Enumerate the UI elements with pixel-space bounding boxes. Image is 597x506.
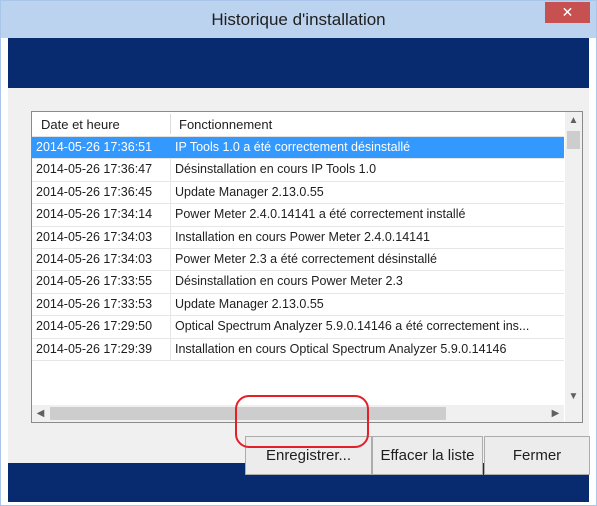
row-datetime: 2014-05-26 17:33:53 xyxy=(36,296,153,311)
row-divider xyxy=(170,181,171,204)
row-divider xyxy=(170,338,171,360)
row-datetime: 2014-05-26 17:29:50 xyxy=(36,319,153,334)
row-divider xyxy=(170,159,171,181)
close-window-button[interactable]: ✕ xyxy=(545,2,590,23)
vertical-scrollbar[interactable]: ▲ ▼ xyxy=(565,112,582,405)
row-datetime: 2014-05-26 17:36:45 xyxy=(36,184,153,199)
row-datetime: 2014-05-26 17:36:47 xyxy=(36,162,153,177)
column-divider[interactable] xyxy=(170,114,171,134)
row-operation: Désinstallation en cours Power Meter 2.3 xyxy=(175,274,403,289)
row-divider xyxy=(170,137,171,159)
clear-list-button[interactable]: Effacer la liste xyxy=(372,436,483,475)
row-operation: Installation en cours Power Meter 2.4.0.… xyxy=(175,229,431,244)
row-operation: IP Tools 1.0 a été correctement désinsta… xyxy=(175,140,411,154)
chevron-down-icon[interactable]: ▼ xyxy=(565,388,582,405)
row-datetime: 2014-05-26 17:33:55 xyxy=(36,274,153,289)
row-datetime: 2014-05-26 17:34:14 xyxy=(36,207,153,222)
table-row[interactable]: 2014-05-26 17:34:03 Installation en cours… xyxy=(32,226,564,249)
row-operation: Update Manager 2.13.0.55 xyxy=(175,296,324,311)
row-datetime: 2014-05-26 17:34:03 xyxy=(36,229,153,244)
table-row[interactable]: 2014-05-26 17:36:51 IP Tools 1.0 a été co… xyxy=(32,137,564,160)
row-divider xyxy=(170,248,171,271)
row-divider xyxy=(170,204,171,226)
row-divider xyxy=(170,226,171,248)
row-operation: Installation en cours Optical Spectrum A… xyxy=(175,341,507,356)
table-row[interactable]: 2014-05-26 17:36:45 Update Manager 2.13.0… xyxy=(32,181,564,205)
list-header: Date et heure Fonctionnement xyxy=(32,112,564,137)
table-row[interactable]: 2014-05-26 17:33:53 Update Manager 2.13.0… xyxy=(32,293,564,317)
table-row[interactable]: 2014-05-26 17:33:55 Désinstallation en co… xyxy=(32,271,564,294)
title-bar[interactable]: Historique d'installation ✕ xyxy=(1,1,596,38)
row-datetime: 2014-05-26 17:36:51 xyxy=(36,140,153,154)
chevron-left-icon[interactable]: ◀ xyxy=(32,405,49,422)
vertical-scroll-thumb[interactable] xyxy=(567,131,580,149)
history-list[interactable]: Date et heure Fonctionnement 2014-05-26 … xyxy=(31,111,583,423)
scroll-corner xyxy=(565,405,582,422)
row-operation: Optical Spectrum Analyzer 5.9.0.14146 a … xyxy=(175,319,530,334)
chevron-right-icon[interactable]: ▶ xyxy=(547,405,564,422)
list-rows: 2014-05-26 17:36:51 IP Tools 1.0 a été co… xyxy=(32,137,564,361)
row-operation: Power Meter 2.3 a été correctement désin… xyxy=(175,251,437,266)
table-row[interactable]: 2014-05-26 17:29:39 Installation en cours… xyxy=(32,338,564,361)
table-row[interactable]: 2014-05-26 17:34:14 Power Meter 2.4.0.141… xyxy=(32,204,564,227)
close-button[interactable]: Fermer xyxy=(484,436,590,475)
column-header-operation[interactable]: Fonctionnement xyxy=(179,117,272,132)
row-datetime: 2014-05-26 17:29:39 xyxy=(36,341,153,356)
row-divider xyxy=(170,271,171,293)
install-history-window: Historique d'installation ✕ Date et heur… xyxy=(0,0,597,506)
table-row[interactable]: 2014-05-26 17:29:50 Optical Spectrum Anal… xyxy=(32,316,564,339)
row-divider xyxy=(170,293,171,316)
row-operation: Power Meter 2.4.0.14141 a été correcteme… xyxy=(175,207,466,222)
table-row[interactable]: 2014-05-26 17:36:47 Désinstallation en co… xyxy=(32,159,564,182)
row-operation: Update Manager 2.13.0.55 xyxy=(175,184,324,199)
chevron-up-icon[interactable]: ▲ xyxy=(565,112,582,129)
row-datetime: 2014-05-26 17:34:03 xyxy=(36,251,153,266)
window-title: Historique d'installation xyxy=(211,10,386,29)
column-header-date[interactable]: Date et heure xyxy=(41,117,120,132)
row-operation: Désinstallation en cours IP Tools 1.0 xyxy=(175,162,377,177)
save-button-highlight xyxy=(235,395,369,448)
table-row[interactable]: 2014-05-26 17:34:03 Power Meter 2.3 a été… xyxy=(32,248,564,272)
row-divider xyxy=(170,316,171,338)
